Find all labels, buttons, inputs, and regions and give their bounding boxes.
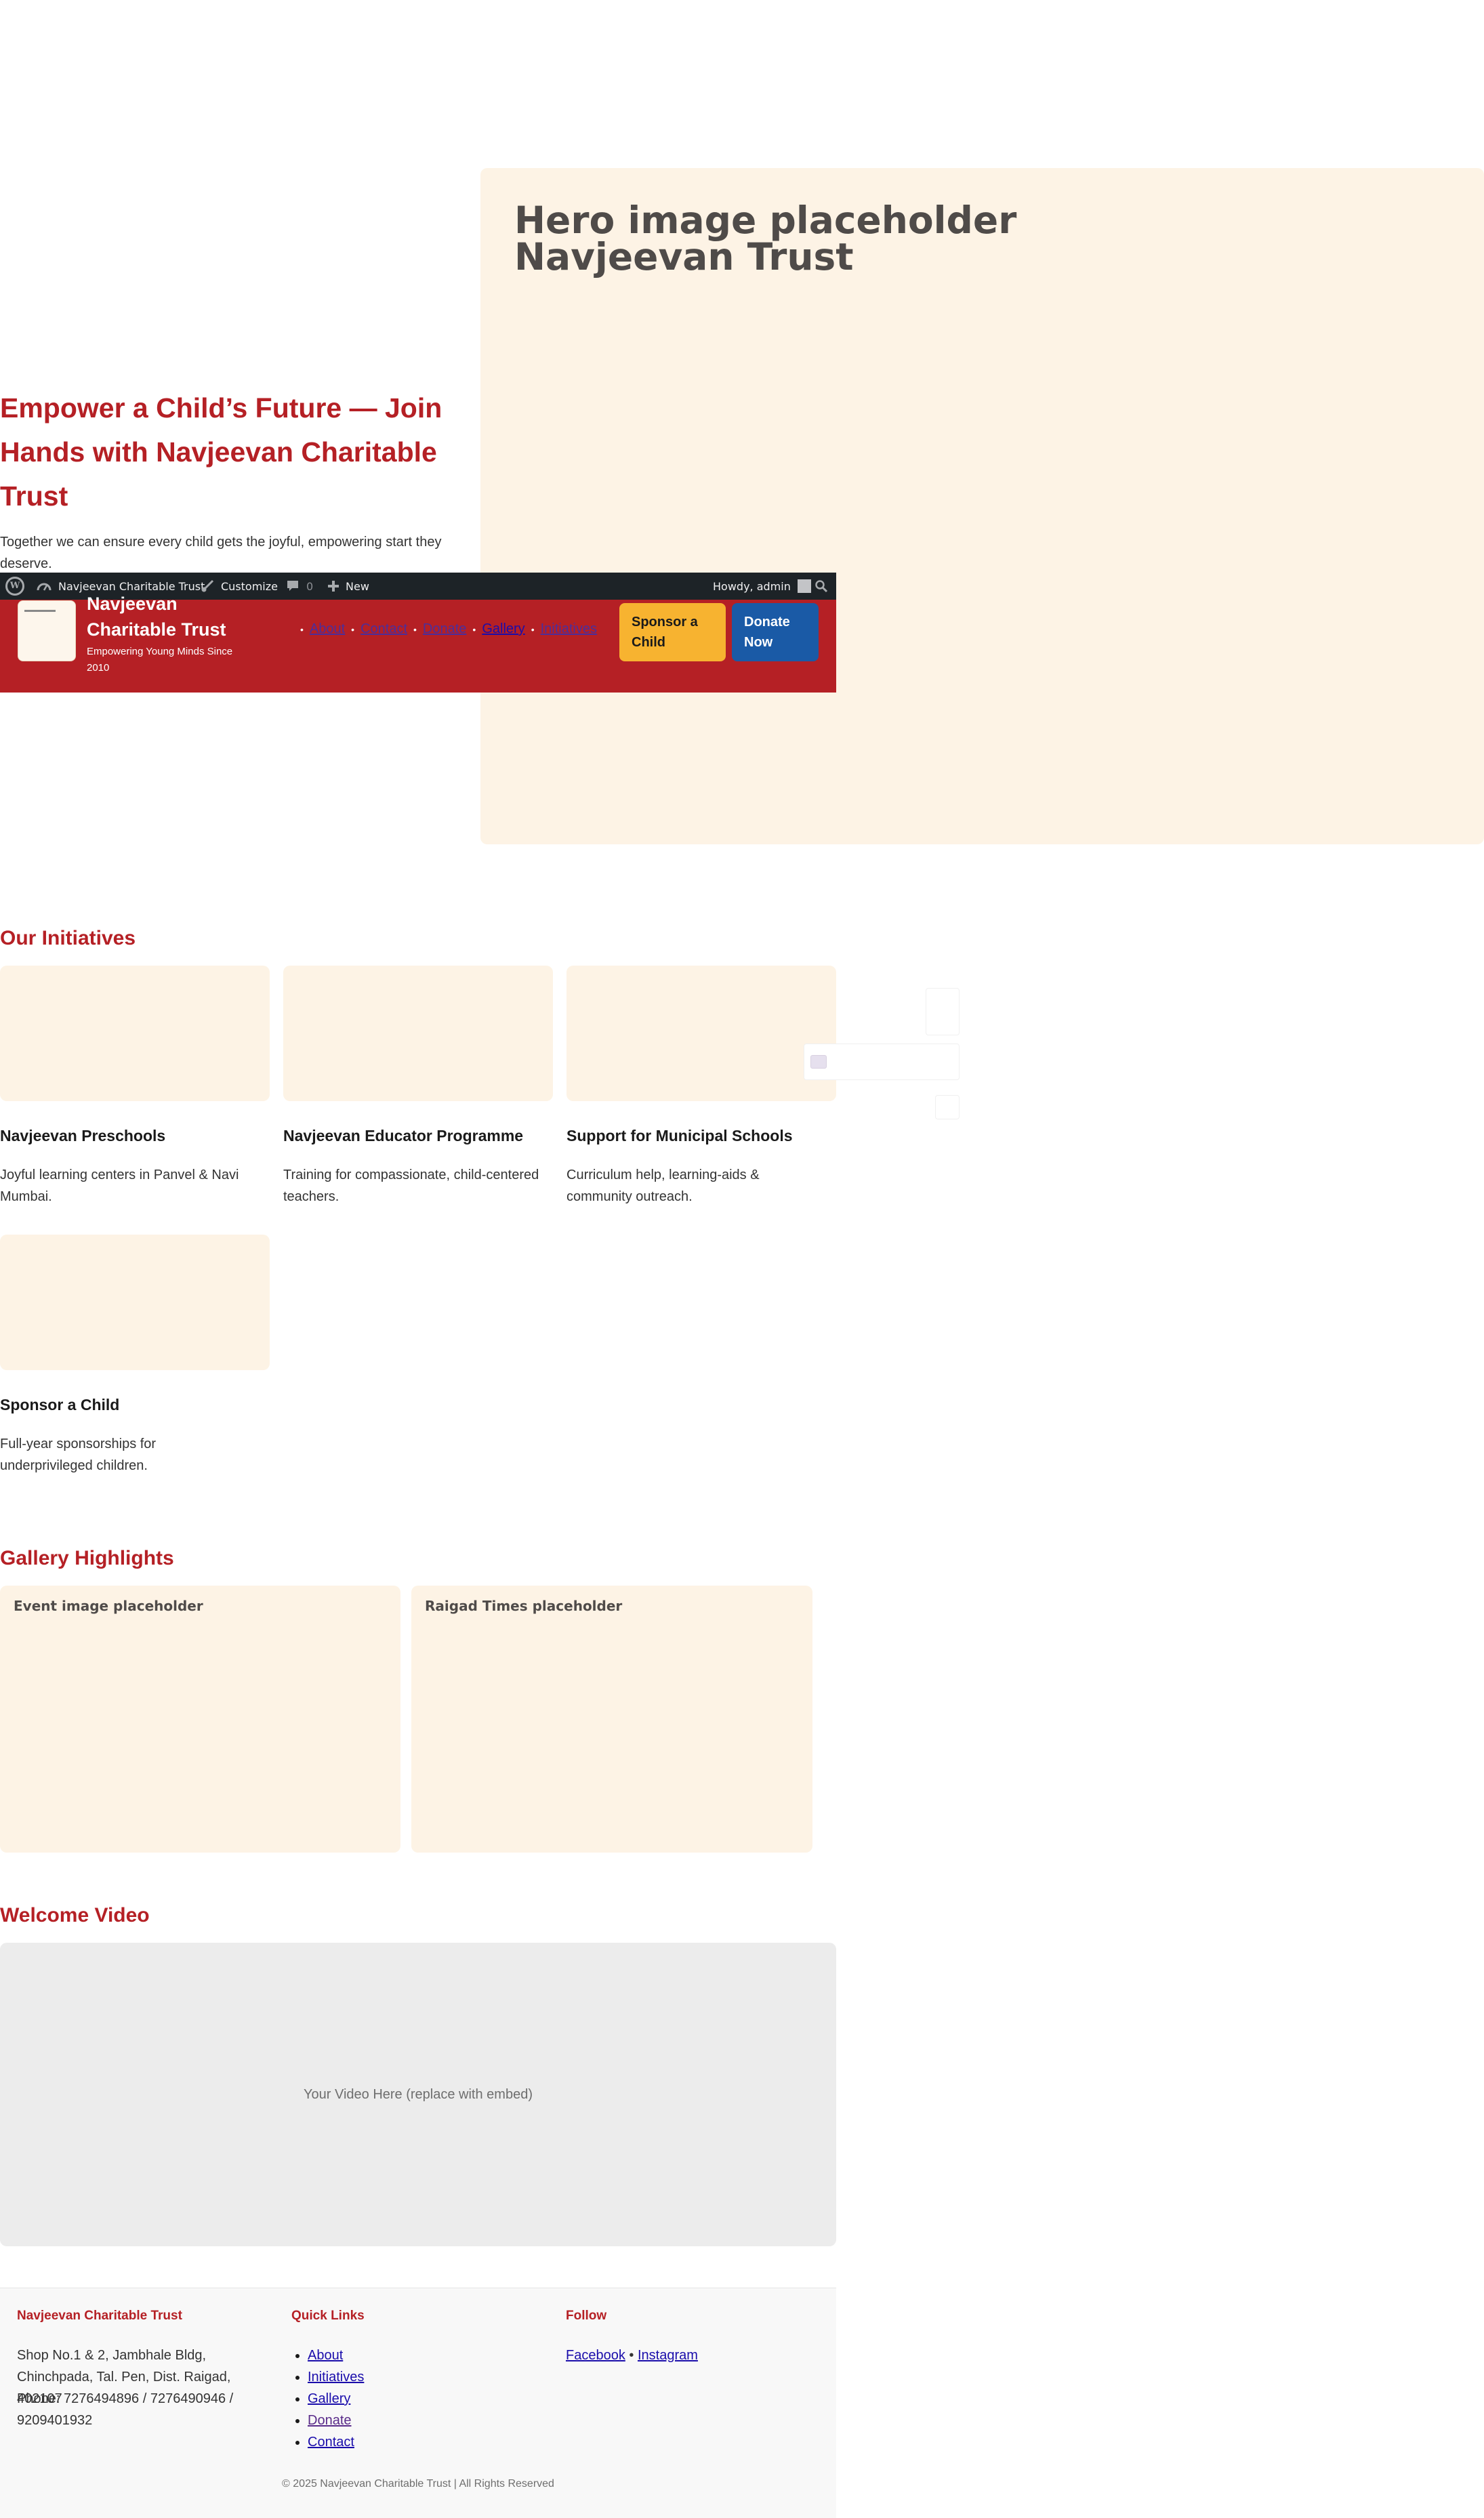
footer-org-heading: Navjeevan Charitable Trust	[17, 2309, 182, 2323]
nav-bullet: •	[300, 623, 304, 635]
instagram-link[interactable]: Instagram	[638, 2348, 698, 2363]
main-nav: • About • Contact • Donate • Gallery • I…	[298, 621, 597, 637]
mail-icon[interactable]	[810, 1055, 827, 1069]
admin-new-link[interactable]: New	[328, 573, 369, 600]
hero-image-placeholder: Hero image placeholder Navjeevan Trust	[514, 199, 1017, 278]
gallery-item[interactable]	[0, 1586, 400, 1853]
admin-search-button[interactable]	[815, 573, 828, 600]
nav-link-contact[interactable]: Contact	[360, 621, 407, 637]
facebook-link[interactable]: Facebook	[566, 2348, 625, 2363]
donate-now-button[interactable]: Donate Now	[732, 603, 819, 661]
nav-link-initiatives[interactable]: Initiatives	[541, 621, 597, 637]
admin-comments-link[interactable]: 0	[286, 573, 313, 600]
gallery-item-label: Event image placeholder	[14, 1598, 203, 1614]
site-tagline: Empowering Young Minds Since 2010	[87, 646, 233, 674]
follow-separator: •	[629, 2348, 634, 2363]
footer-follow-heading: Follow	[566, 2309, 607, 2323]
list-item: Donate	[308, 2410, 364, 2431]
gallery-item-label: Raigad Times placeholder	[425, 1598, 623, 1614]
floating-widget-button	[935, 1095, 960, 1119]
initiative-card-desc: Joyful learning centers in Panvel & Navi…	[0, 1168, 239, 1204]
video-embed[interactable]: Your Video Here (replace with embed)	[0, 1943, 836, 2246]
initiative-card-image	[0, 1235, 270, 1370]
logo-mark	[24, 610, 56, 612]
initiative-card-title: Navjeevan Preschools	[0, 1127, 166, 1144]
nav-link-about[interactable]: About	[310, 621, 345, 637]
footer-link-about[interactable]: About	[308, 2348, 343, 2363]
list-item: Contact	[308, 2431, 364, 2453]
initiative-card-desc: Full-year sponsorships for underprivileg…	[0, 1437, 157, 1473]
footer-link-initiatives[interactable]: Initiatives	[308, 2370, 364, 2385]
gallery-heading: Gallery Highlights	[0, 1547, 174, 1569]
initiative-card-title: Navjeevan Educator Programme	[283, 1127, 524, 1144]
wordpress-logo-icon: W	[5, 577, 24, 596]
gallery-item[interactable]	[411, 1586, 812, 1853]
admin-howdy: Howdy, admin	[713, 579, 791, 593]
comment-icon	[286, 579, 300, 593]
admin-new-label: New	[346, 579, 369, 593]
wordpress-logo-menu[interactable]: W	[5, 573, 24, 600]
search-icon	[815, 579, 828, 593]
nav-link-donate[interactable]: Donate	[423, 621, 467, 637]
footer-link-contact[interactable]: Contact	[308, 2435, 354, 2450]
avatar-icon	[797, 579, 811, 593]
footer-quick-links: About Initiatives Gallery Donate Contact	[291, 2345, 364, 2453]
initiative-card-image	[0, 966, 270, 1101]
dashboard-icon	[37, 581, 51, 592]
initiatives-heading: Our Initiatives	[0, 927, 136, 949]
initiative-card-image	[283, 966, 553, 1101]
sponsor-child-button[interactable]: Sponsor a Child	[619, 603, 726, 661]
footer-quick-links-heading: Quick Links	[291, 2309, 365, 2323]
nav-bullet: •	[472, 623, 476, 635]
list-item: Initiatives	[308, 2366, 364, 2388]
initiative-card-desc: Training for compassionate, child-center…	[283, 1168, 539, 1204]
list-item: About	[308, 2345, 364, 2366]
video-heading: Welcome Video	[0, 1904, 150, 1926]
footer-link-donate[interactable]: Donate	[308, 2413, 352, 2428]
footer-follow-links: Facebook • Instagram	[566, 2345, 698, 2366]
site-name[interactable]: Navjeevan Charitable Trust	[87, 591, 263, 642]
plus-icon	[328, 581, 339, 592]
nav-bullet: •	[351, 623, 355, 635]
nav-link-gallery[interactable]: Gallery	[482, 621, 524, 637]
initiative-card-desc: Curriculum help, learning-aids & communi…	[566, 1168, 760, 1204]
admin-comments-count: 0	[306, 579, 314, 593]
floating-widget-bar	[804, 1044, 960, 1080]
initiative-card-image	[566, 966, 836, 1101]
list-item: Gallery	[308, 2388, 364, 2410]
footer-phone: Phone: 7276494896 / 7276490946 / 9209401…	[17, 2391, 234, 2428]
footer-copyright: © 2025 Navjeevan Charitable Trust | All …	[282, 2478, 554, 2490]
hero-title: Empower a Child’s Future — Join Hands wi…	[0, 392, 442, 512]
video-placeholder-text: Your Video Here (replace with embed)	[304, 2086, 533, 2102]
floating-widget-panel	[926, 988, 960, 1035]
admin-account-menu[interactable]: Howdy, admin	[713, 573, 811, 600]
initiative-card-title: Support for Municipal Schools	[566, 1127, 793, 1144]
footer-link-gallery[interactable]: Gallery	[308, 2391, 350, 2406]
hero-subtitle: Together we can ensure every child gets …	[0, 535, 442, 571]
nav-bullet: •	[531, 623, 535, 635]
initiative-card-title: Sponsor a Child	[0, 1396, 120, 1413]
nav-bullet: •	[413, 623, 417, 635]
